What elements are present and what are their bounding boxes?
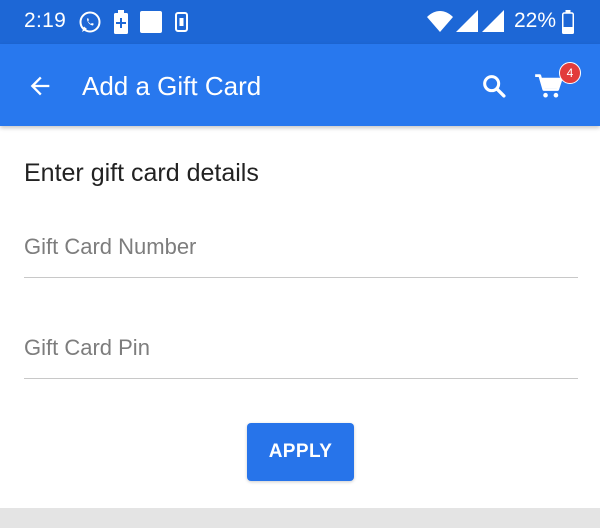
app-bar: Add a Gift Card 4 [0, 44, 600, 126]
section-title: Enter gift card details [24, 159, 259, 187]
cart-count-badge: 4 [559, 62, 581, 84]
search-icon[interactable] [480, 72, 508, 100]
apply-button[interactable]: APPLY [247, 423, 354, 481]
page-title: Add a Gift Card [82, 71, 262, 101]
status-bar: 2:19 22% [0, 0, 600, 44]
status-time: 2:19 [24, 9, 67, 32]
gift-card-pin-field[interactable] [24, 321, 578, 379]
signal-icon-2 [482, 10, 504, 32]
signal-icon [456, 10, 478, 32]
phone-battery-icon [175, 12, 188, 32]
gift-card-pin-input[interactable] [24, 321, 578, 361]
gift-card-number-input[interactable] [24, 220, 578, 260]
gift-card-number-field[interactable] [24, 220, 578, 278]
battery-percent: 22% [514, 9, 557, 32]
bottom-divider [0, 508, 600, 528]
back-arrow-icon[interactable] [26, 72, 54, 100]
wifi-icon [427, 11, 453, 32]
battery-saver-icon [114, 10, 128, 34]
whatsapp-icon [79, 11, 101, 33]
square-notification-icon [140, 11, 162, 33]
battery-icon [562, 10, 574, 34]
